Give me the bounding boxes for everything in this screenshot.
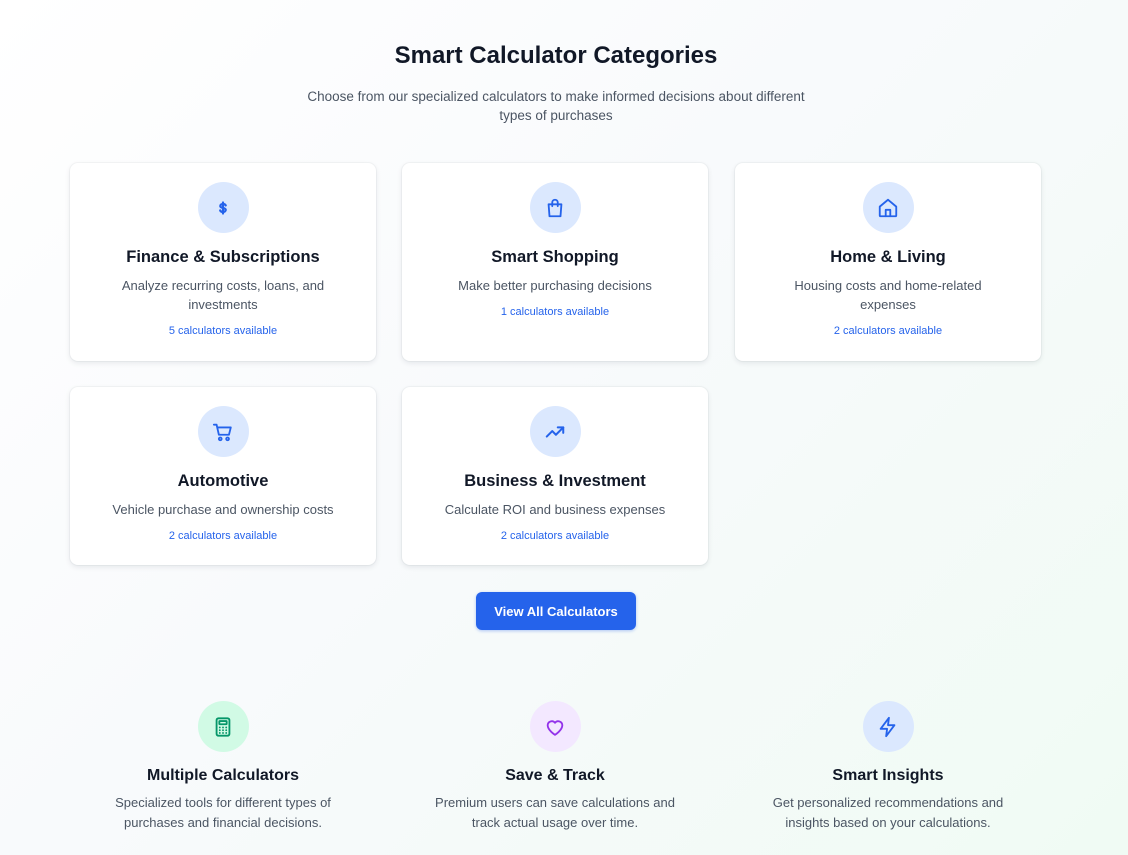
feature-smart-insights: Smart Insights Get personalized recommen…: [735, 701, 1041, 833]
feature-title: Smart Insights: [832, 767, 944, 784]
feature-save-track: Save & Track Premium users can save calc…: [402, 701, 708, 833]
home-icon: [862, 182, 914, 233]
heart-icon: [529, 701, 581, 752]
calculator-count: 1 calculators available: [500, 306, 610, 318]
view-all-calculators-button[interactable]: View All Calculators: [476, 592, 636, 630]
lightning-icon: [862, 701, 914, 752]
calculator-count: 2 calculators available: [168, 530, 278, 542]
category-description: Make better purchasing decisions: [458, 278, 652, 293]
category-title: Automotive: [177, 472, 269, 490]
category-description: Analyze recurring costs, loans, and inve…: [121, 278, 325, 312]
feature-multiple-calculators: Multiple Calculators Specialized tools f…: [70, 701, 376, 833]
feature-title: Save & Track: [505, 767, 605, 784]
page-subtitle: Choose from our specialized calculators …: [307, 89, 805, 123]
category-description: Housing costs and home-related expenses: [794, 278, 982, 312]
trending-up-icon: [529, 406, 581, 457]
cart-icon: [197, 406, 249, 457]
feature-description: Get personalized recommendations and ins…: [772, 795, 1004, 830]
dollar-icon: [197, 182, 249, 233]
calculator-count: 2 calculators available: [500, 530, 610, 542]
category-title: Finance & Subscriptions: [126, 248, 320, 266]
category-title: Smart Shopping: [491, 248, 619, 266]
calculator-count: 2 calculators available: [833, 325, 943, 337]
category-card-automotive[interactable]: Automotive Vehicle purchase and ownershi…: [70, 387, 376, 565]
shopping-bag-icon: [529, 182, 581, 233]
category-description: Vehicle purchase and ownership costs: [112, 502, 334, 517]
calculator-icon: [197, 701, 249, 752]
feature-title: Multiple Calculators: [146, 767, 300, 784]
feature-description: Premium users can save calculations and …: [435, 795, 675, 830]
page-title: Smart Calculator Categories: [394, 42, 718, 69]
category-title: Home & Living: [830, 248, 946, 266]
category-card-shopping[interactable]: Smart Shopping Make better purchasing de…: [402, 163, 708, 361]
category-card-finance[interactable]: Finance & Subscriptions Analyze recurrin…: [70, 163, 376, 361]
calculator-count: 5 calculators available: [168, 325, 278, 337]
category-card-business[interactable]: Business & Investment Calculate ROI and …: [402, 387, 708, 565]
category-title: Business & Investment: [464, 472, 646, 490]
feature-description: Specialized tools for different types of…: [115, 795, 331, 830]
category-card-home[interactable]: Home & Living Housing costs and home-rel…: [735, 163, 1041, 361]
category-description: Calculate ROI and business expenses: [444, 502, 666, 517]
